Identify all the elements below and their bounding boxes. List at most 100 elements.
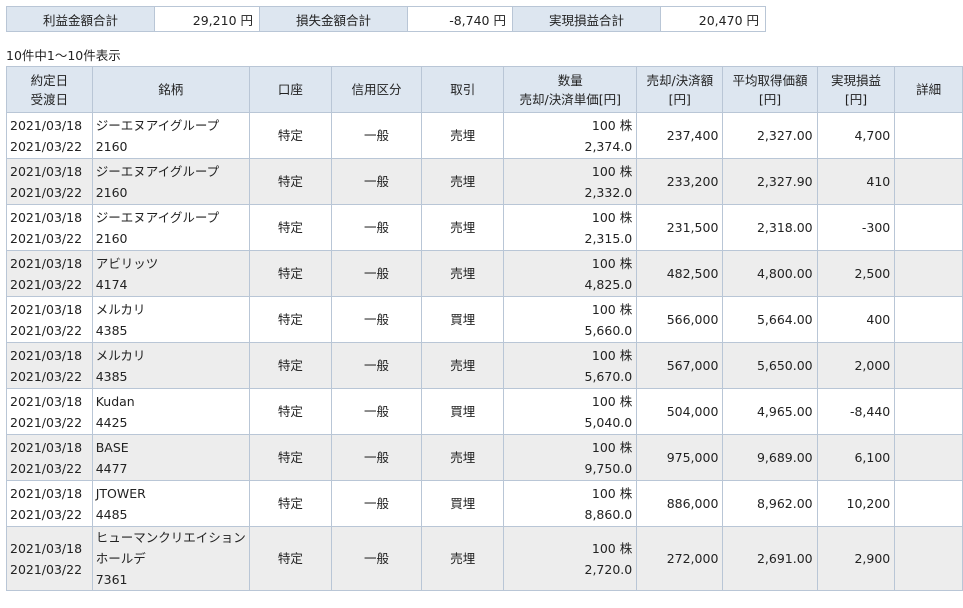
credit-cell: 一般: [330, 526, 423, 591]
account-cell: 特定: [248, 204, 332, 251]
trade-date: 2021/03/18: [10, 347, 83, 363]
stock-code: 2160: [95, 230, 128, 246]
date-cell: 2021/03/18 2021/03/22: [6, 204, 93, 251]
realized-total-value: 20,470 円: [660, 6, 766, 32]
realized-pl-cell: 2,500: [816, 250, 896, 297]
table-row: 2021/03/18 2021/03/22 JTOWER 4485 特定 一般 買埋 100 …: [6, 480, 963, 527]
date-cell: 2021/03/18 2021/03/22: [6, 526, 93, 591]
amount-cell: 482,500: [636, 250, 724, 297]
stock-name: ヒューマンクリエイション: [95, 530, 246, 545]
table-row: 2021/03/18 2021/03/22 ジーエヌアイグループ 2160 特定 一般 売埋…: [6, 112, 963, 159]
detail-cell[interactable]: [894, 526, 963, 591]
unit-price: 5,040.0: [584, 414, 633, 430]
unit-price: 4,825.0: [584, 276, 633, 292]
detail-cell[interactable]: [894, 342, 963, 389]
settle-date: 2021/03/22: [10, 414, 83, 430]
detail-cell[interactable]: [894, 296, 963, 343]
header-qty-price: 数量 売却/決済単価[円]: [503, 66, 638, 113]
trade-history-table: 約定日 受渡日 銘柄 口座 信用区分 取引 数量 売却/決済単価[円] 売却/決…: [6, 66, 963, 591]
settle-date: 2021/03/22: [10, 184, 83, 200]
stock-cell: ジーエヌアイグループ 2160: [91, 204, 250, 251]
profit-total-value: 29,210 円: [154, 6, 260, 32]
trade-date: 2021/03/18: [10, 255, 83, 271]
quantity: 100 株: [591, 209, 633, 225]
qty-price-cell: 100 株 5,660.0: [503, 296, 638, 343]
header-avg-unit: [円]: [758, 91, 782, 107]
header-amount: 売却/決済額 [円]: [636, 66, 724, 113]
header-amount-label: 売却/決済額: [646, 72, 714, 88]
trade-date: 2021/03/18: [10, 301, 83, 317]
avg-price-cell: 4,965.00: [722, 388, 818, 435]
header-pl-unit: [円]: [844, 91, 868, 107]
header-avg-label: 平均取得価額: [732, 72, 808, 88]
stock-cell: ジーエヌアイグループ 2160: [91, 112, 250, 159]
qty-price-cell: 100 株 8,860.0: [503, 480, 638, 527]
quantity: 100 株: [591, 163, 633, 179]
unit-price: 5,660.0: [584, 322, 633, 338]
detail-cell[interactable]: [894, 158, 963, 205]
realized-pl-cell: 2,000: [816, 342, 896, 389]
amount-cell: 567,000: [636, 342, 724, 389]
trade-type-cell: 売埋: [421, 434, 505, 481]
stock-code: 4385: [95, 368, 128, 384]
table-row: 2021/03/18 2021/03/22 Kudan 4425 特定 一般 買埋 100 株…: [6, 388, 963, 435]
quantity: 100 株: [591, 393, 633, 409]
header-dates: 約定日 受渡日: [6, 66, 93, 113]
realized-pl-cell: -300: [816, 204, 896, 251]
unit-price: 2,315.0: [584, 230, 633, 246]
quantity: 100 株: [591, 485, 633, 501]
header-pl-label: 実現損益: [830, 72, 881, 88]
stock-cell: メルカリ 4385: [91, 296, 250, 343]
stock-cell: ジーエヌアイグループ 2160: [91, 158, 250, 205]
table-row: 2021/03/18 2021/03/22 ヒューマンクリエイション ホールデ 7361…: [6, 526, 963, 591]
detail-cell[interactable]: [894, 388, 963, 435]
detail-cell[interactable]: [894, 112, 963, 159]
realized-pl-cell: -8,440: [816, 388, 896, 435]
detail-cell[interactable]: [894, 250, 963, 297]
date-cell: 2021/03/18 2021/03/22: [6, 158, 93, 205]
amount-cell: 272,000: [636, 526, 724, 591]
header-qty: 数量: [557, 72, 583, 88]
amount-cell: 975,000: [636, 434, 724, 481]
date-cell: 2021/03/18 2021/03/22: [6, 296, 93, 343]
unit-price: 9,750.0: [584, 460, 633, 476]
table-header-row: 約定日 受渡日 銘柄 口座 信用区分 取引 数量 売却/決済単価[円] 売却/決…: [6, 66, 963, 113]
account-cell: 特定: [248, 342, 332, 389]
table-row: 2021/03/18 2021/03/22 BASE 4477 特定 一般 売埋 100 株9…: [6, 434, 963, 481]
detail-cell[interactable]: [894, 480, 963, 527]
result-count: 10件中1～10件表示: [6, 48, 121, 63]
stock-cell: BASE 4477: [91, 434, 250, 481]
avg-price-cell: 2,327.00: [722, 112, 818, 159]
date-cell: 2021/03/18 2021/03/22: [6, 434, 93, 481]
settle-date: 2021/03/22: [10, 322, 83, 338]
trade-date: 2021/03/18: [10, 209, 83, 225]
qty-price-cell: 100 株 2,374.0: [503, 112, 638, 159]
amount-cell: 566,000: [636, 296, 724, 343]
realized-pl-cell: 410: [816, 158, 896, 205]
loss-total-label: 損失金額合計: [259, 6, 408, 32]
stock-name-continued: ホールデ: [95, 551, 146, 566]
trade-type-cell: 売埋: [421, 526, 505, 591]
avg-price-cell: 4,800.00: [722, 250, 818, 297]
header-stock: 銘柄: [91, 66, 250, 113]
detail-cell[interactable]: [894, 204, 963, 251]
stock-name: BASE: [95, 439, 129, 455]
header-avg-price: 平均取得価額 [円]: [722, 66, 818, 113]
quantity: 100 株: [591, 540, 633, 556]
unit-price: 2,374.0: [584, 138, 633, 154]
stock-code: 4425: [95, 414, 128, 430]
trade-type-cell: 買埋: [421, 480, 505, 527]
avg-price-cell: 5,650.00: [722, 342, 818, 389]
detail-cell[interactable]: [894, 434, 963, 481]
credit-cell: 一般: [330, 296, 423, 343]
amount-cell: 504,000: [636, 388, 724, 435]
credit-cell: 一般: [330, 204, 423, 251]
trade-date: 2021/03/18: [10, 117, 83, 133]
stock-name: Kudan: [95, 393, 135, 409]
settle-date: 2021/03/22: [10, 138, 83, 154]
trade-type-cell: 売埋: [421, 342, 505, 389]
date-cell: 2021/03/18 2021/03/22: [6, 342, 93, 389]
date-cell: 2021/03/18 2021/03/22: [6, 250, 93, 297]
avg-price-cell: 2,318.00: [722, 204, 818, 251]
account-cell: 特定: [248, 480, 332, 527]
